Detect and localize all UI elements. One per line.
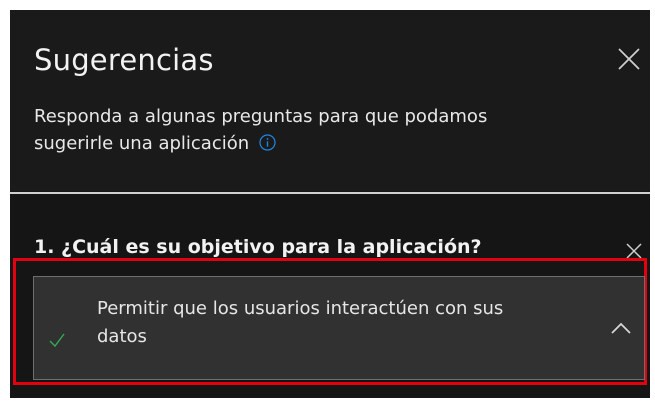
panel-title: Sugerencias [34,43,214,77]
question-label: 1. ¿Cuál es su objetivo para la aplicaci… [34,236,482,258]
chevron-up-icon[interactable] [610,321,632,335]
panel-header: Sugerencias Responda a algunas preguntas… [10,10,650,191]
selected-option[interactable]: Permitir que los usuarios interactúen co… [33,276,645,380]
option-label: Permitir que los usuarios interactúen co… [97,298,504,347]
section-divider [10,192,650,194]
check-icon [49,333,65,348]
info-icon[interactable] [259,134,276,151]
panel-description: Responda a algunas preguntas para que po… [34,103,504,157]
close-icon[interactable] [616,46,642,72]
